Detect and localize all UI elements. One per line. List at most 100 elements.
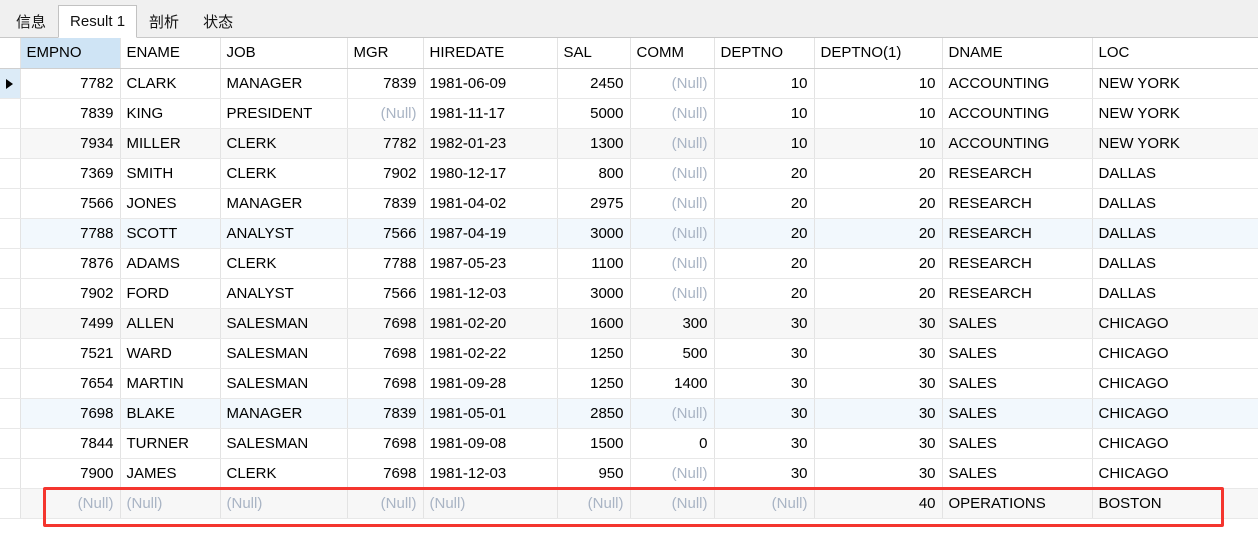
table-row[interactable]: 7788 SCOTT ANALYST 7566 1987-04-19 3000 (Null)… bbox=[0, 218, 1258, 249]
cell-deptno[interactable]: 30 bbox=[714, 368, 815, 399]
cell-mgr[interactable]: 7698 bbox=[347, 368, 424, 399]
column-header-mgr[interactable]: MGR bbox=[347, 38, 424, 69]
table-row[interactable]: 7934 MILLER CLERK 7782 1982-01-23 1300 (Null) 1… bbox=[0, 128, 1258, 159]
table-row[interactable]: 7369 SMITH CLERK 7902 1980-12-17 800 (Null) 20 2… bbox=[0, 158, 1258, 189]
cell-deptno[interactable]: 10 bbox=[714, 68, 815, 99]
cell-job[interactable]: MANAGER bbox=[220, 68, 348, 99]
cell-empno[interactable]: 7902 bbox=[20, 278, 121, 309]
cell-comm[interactable]: 0 bbox=[630, 428, 715, 459]
cell-dname[interactable]: RESEARCH bbox=[942, 278, 1093, 309]
cell-sal[interactable]: 2450 bbox=[557, 68, 631, 99]
cell-deptno[interactable]: 20 bbox=[714, 218, 815, 249]
cell-hiredate[interactable]: 1987-05-23 bbox=[423, 248, 558, 279]
cell-sal[interactable]: 1250 bbox=[557, 368, 631, 399]
cell-sal[interactable]: 950 bbox=[557, 458, 631, 489]
cell-empno[interactable]: 7839 bbox=[20, 98, 121, 129]
cell-hiredate[interactable]: 1981-12-03 bbox=[423, 278, 558, 309]
row-selector-cell[interactable] bbox=[0, 368, 21, 399]
cell-mgr[interactable]: 7839 bbox=[347, 188, 424, 219]
cell-empno[interactable]: 7782 bbox=[20, 68, 121, 99]
cell-sal[interactable]: 3000 bbox=[557, 278, 631, 309]
cell-deptno[interactable]: 30 bbox=[714, 398, 815, 429]
table-row[interactable]: 7654 MARTIN SALESMAN 7698 1981-09-28 1250 1400… bbox=[0, 368, 1258, 399]
cell-loc[interactable]: DALLAS bbox=[1092, 188, 1258, 219]
cell-mgr[interactable]: 7839 bbox=[347, 398, 424, 429]
cell-deptno[interactable]: 20 bbox=[714, 158, 815, 189]
cell-job[interactable]: ANALYST bbox=[220, 278, 348, 309]
cell-hiredate[interactable]: 1980-12-17 bbox=[423, 158, 558, 189]
cell-job[interactable]: ANALYST bbox=[220, 218, 348, 249]
cell-job[interactable]: SALESMAN bbox=[220, 338, 348, 369]
row-selector-cell[interactable] bbox=[0, 338, 21, 369]
cell-comm[interactable]: 500 bbox=[630, 338, 715, 369]
cell-job[interactable]: CLERK bbox=[220, 128, 348, 159]
cell-job[interactable]: PRESIDENT bbox=[220, 98, 348, 129]
column-header-dname[interactable]: DNAME bbox=[942, 38, 1093, 69]
column-header-loc[interactable]: LOC bbox=[1092, 38, 1258, 69]
cell-deptno[interactable]: 20 bbox=[714, 248, 815, 279]
cell-deptno1[interactable]: 40 bbox=[814, 488, 943, 519]
cell-empno[interactable]: 7900 bbox=[20, 458, 121, 489]
table-row[interactable]: 7566 JONES MANAGER 7839 1981-04-02 2975 (Null)… bbox=[0, 188, 1258, 219]
tab-item-3[interactable]: 状态 bbox=[191, 7, 246, 37]
cell-dname[interactable]: ACCOUNTING bbox=[942, 128, 1093, 159]
column-header-sal[interactable]: SAL bbox=[557, 38, 631, 69]
cell-comm[interactable]: (Null) bbox=[630, 398, 715, 429]
cell-dname[interactable]: RESEARCH bbox=[942, 218, 1093, 249]
cell-comm[interactable]: (Null) bbox=[630, 278, 715, 309]
tab-active-1[interactable]: Result 1 bbox=[58, 5, 138, 38]
cell-empno[interactable]: 7934 bbox=[20, 128, 121, 159]
cell-sal[interactable]: 1600 bbox=[557, 308, 631, 339]
cell-dname[interactable]: RESEARCH bbox=[942, 188, 1093, 219]
cell-hiredate[interactable]: 1981-02-20 bbox=[423, 308, 558, 339]
cell-deptno1[interactable]: 10 bbox=[814, 128, 943, 159]
cell-dname[interactable]: SALES bbox=[942, 308, 1093, 339]
cell-deptno1[interactable]: 20 bbox=[814, 158, 943, 189]
cell-empno[interactable]: 7566 bbox=[20, 188, 121, 219]
cell-hiredate[interactable]: (Null) bbox=[423, 488, 558, 519]
column-header-comm[interactable]: COMM bbox=[630, 38, 715, 69]
cell-hiredate[interactable]: 1981-04-02 bbox=[423, 188, 558, 219]
cell-ename[interactable]: FORD bbox=[120, 278, 221, 309]
cell-comm[interactable]: 1400 bbox=[630, 368, 715, 399]
cell-mgr[interactable]: (Null) bbox=[347, 488, 424, 519]
cell-loc[interactable]: CHICAGO bbox=[1092, 338, 1258, 369]
cell-empno[interactable]: (Null) bbox=[20, 488, 121, 519]
cell-loc[interactable]: NEW YORK bbox=[1092, 128, 1258, 159]
cell-mgr[interactable]: 7698 bbox=[347, 338, 424, 369]
row-selector-cell[interactable] bbox=[0, 458, 21, 489]
cell-mgr[interactable]: 7698 bbox=[347, 458, 424, 489]
row-selector-cell[interactable] bbox=[0, 218, 21, 249]
cell-mgr[interactable]: 7839 bbox=[347, 68, 424, 99]
cell-loc[interactable]: CHICAGO bbox=[1092, 458, 1258, 489]
column-header-empno[interactable]: EMPNO bbox=[20, 38, 121, 69]
cell-deptno1[interactable]: 30 bbox=[814, 368, 943, 399]
cell-loc[interactable]: BOSTON bbox=[1092, 488, 1258, 519]
cell-deptno1[interactable]: 20 bbox=[814, 278, 943, 309]
table-row[interactable]: 7902 FORD ANALYST 7566 1981-12-03 3000 (Null) 2… bbox=[0, 278, 1258, 309]
cell-deptno1[interactable]: 20 bbox=[814, 248, 943, 279]
cell-deptno[interactable]: 30 bbox=[714, 428, 815, 459]
cell-deptno1[interactable]: 10 bbox=[814, 98, 943, 129]
cell-ename[interactable]: ADAMS bbox=[120, 248, 221, 279]
cell-deptno[interactable]: 20 bbox=[714, 188, 815, 219]
tab-item-2[interactable]: 剖析 bbox=[137, 7, 192, 37]
cell-loc[interactable]: CHICAGO bbox=[1092, 398, 1258, 429]
table-row[interactable]: 7698 BLAKE MANAGER 7839 1981-05-01 2850 (Null)… bbox=[0, 398, 1258, 429]
row-selector-cell[interactable] bbox=[0, 428, 21, 459]
cell-loc[interactable]: DALLAS bbox=[1092, 218, 1258, 249]
cell-job[interactable]: SALESMAN bbox=[220, 428, 348, 459]
table-row[interactable]: (Null) (Null) (Null) (Null) (Null) (Null) (Nul… bbox=[0, 488, 1258, 519]
cell-empno[interactable]: 7654 bbox=[20, 368, 121, 399]
cell-job[interactable]: MANAGER bbox=[220, 398, 348, 429]
cell-loc[interactable]: DALLAS bbox=[1092, 248, 1258, 279]
cell-sal[interactable]: 3000 bbox=[557, 218, 631, 249]
cell-job[interactable]: CLERK bbox=[220, 248, 348, 279]
cell-ename[interactable]: SMITH bbox=[120, 158, 221, 189]
cell-mgr[interactable]: 7782 bbox=[347, 128, 424, 159]
cell-loc[interactable]: NEW YORK bbox=[1092, 98, 1258, 129]
cell-mgr[interactable]: (Null) bbox=[347, 98, 424, 129]
cell-ename[interactable]: WARD bbox=[120, 338, 221, 369]
row-selector-cell[interactable] bbox=[0, 248, 21, 279]
cell-ename[interactable]: MILLER bbox=[120, 128, 221, 159]
